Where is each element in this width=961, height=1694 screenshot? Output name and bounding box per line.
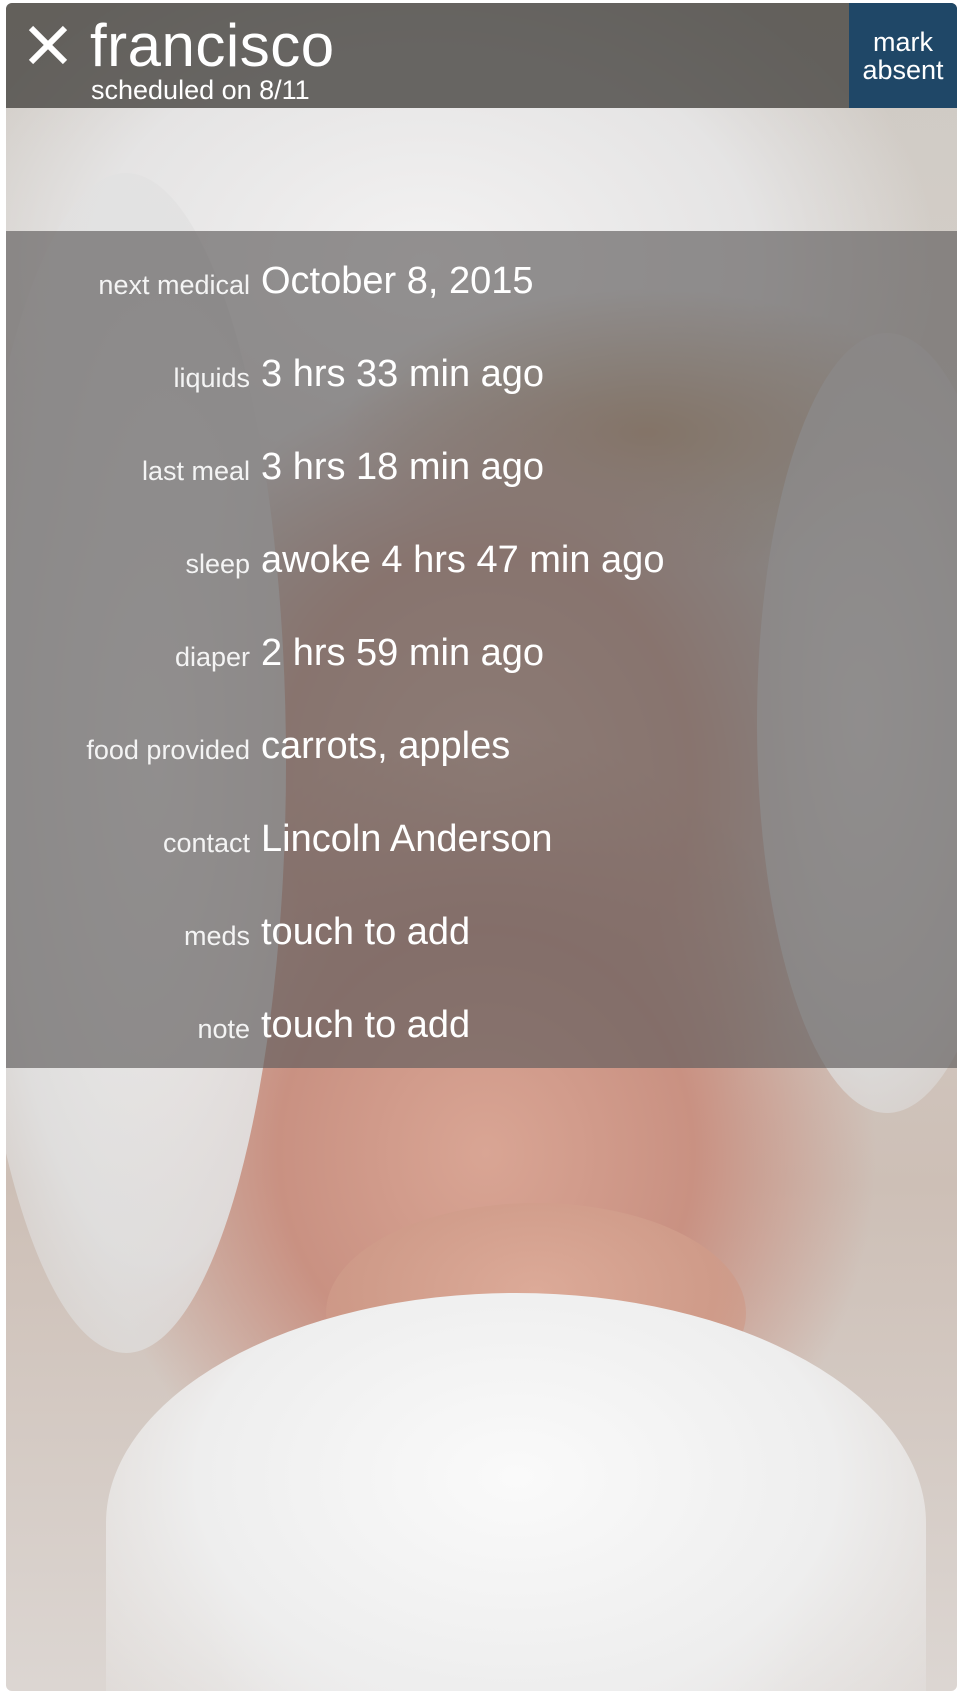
detail-row-note[interactable]: note touch to add: [6, 995, 957, 1055]
detail-label: note: [197, 1014, 250, 1044]
child-name-title: francisco: [90, 12, 335, 79]
details-panel: next medical October 8, 2015 liquids 3 h…: [6, 231, 957, 1068]
close-icon: [28, 25, 68, 65]
close-button[interactable]: [26, 23, 76, 73]
detail-value: 3 hrs 33 min ago: [261, 353, 545, 395]
detail-label: meds: [183, 921, 250, 951]
detail-label: liquids: [173, 363, 250, 393]
detail-value: 2 hrs 59 min ago: [261, 632, 545, 674]
child-detail-screen: francisco scheduled on 8/11 mark absent …: [6, 3, 957, 1691]
mark-absent-button[interactable]: mark absent: [849, 3, 957, 108]
detail-row-next-medical[interactable]: next medical October 8, 2015: [6, 251, 957, 311]
detail-row-sleep[interactable]: sleep awoke 4 hrs 47 min ago: [6, 530, 957, 590]
detail-label: last meal: [141, 456, 250, 486]
detail-label: diaper: [174, 642, 250, 672]
detail-label: food provided: [86, 735, 250, 765]
detail-row-food-provided[interactable]: food provided carrots, apples: [6, 716, 957, 776]
detail-value: carrots, apples: [261, 725, 511, 767]
detail-row-liquids[interactable]: liquids 3 hrs 33 min ago: [6, 344, 957, 404]
detail-value: 3 hrs 18 min ago: [261, 446, 545, 488]
add-note-button[interactable]: touch to add: [261, 1004, 470, 1047]
detail-label: next medical: [98, 270, 250, 300]
detail-value: October 8, 2015: [261, 260, 534, 302]
detail-row-meds[interactable]: meds touch to add: [6, 902, 957, 962]
detail-row-contact[interactable]: contact Lincoln Anderson: [6, 809, 957, 869]
detail-value: awoke 4 hrs 47 min ago: [261, 539, 665, 581]
detail-row-diaper[interactable]: diaper 2 hrs 59 min ago: [6, 623, 957, 683]
detail-label: sleep: [185, 549, 250, 579]
mark-absent-label-line2: absent: [862, 54, 944, 85]
header-bar: francisco scheduled on 8/11 mark absent: [6, 3, 957, 108]
detail-row-last-meal[interactable]: last meal 3 hrs 18 min ago: [6, 437, 957, 497]
scheduled-date: scheduled on 8/11: [91, 75, 310, 105]
detail-label: contact: [162, 828, 250, 858]
add-meds-button[interactable]: touch to add: [261, 911, 470, 954]
detail-value: Lincoln Anderson: [261, 818, 553, 860]
mark-absent-label-line1: mark: [873, 26, 933, 57]
